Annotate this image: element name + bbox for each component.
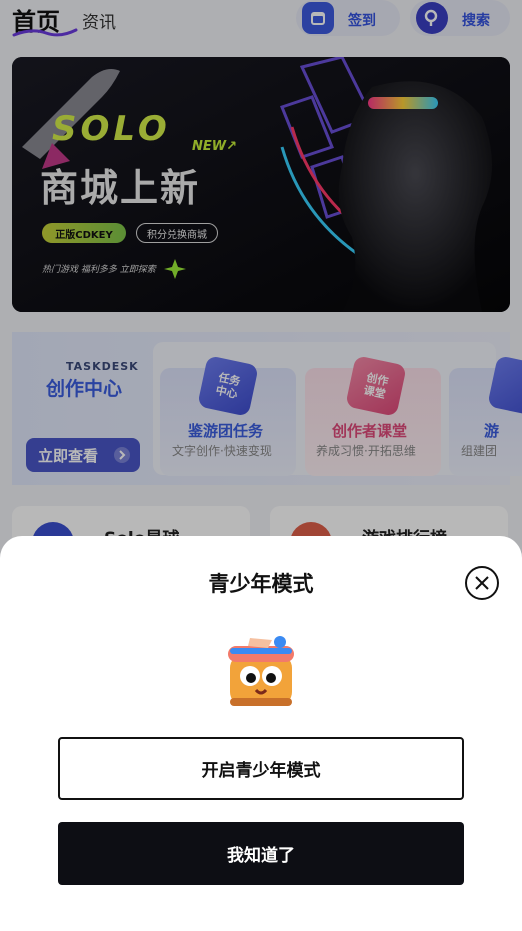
teen-mascot-icon bbox=[228, 636, 294, 706]
close-button[interactable] bbox=[465, 566, 499, 600]
enable-teen-mode-button[interactable]: 开启青少年模式 bbox=[58, 737, 464, 800]
got-it-button[interactable]: 我知道了 bbox=[58, 822, 464, 885]
close-icon bbox=[475, 576, 489, 590]
app-root: 首页 资讯 签到 搜索 SOLO NEW↗ 商城上新 正版CDKEY 积分兑换商… bbox=[0, 0, 522, 931]
sheet-title: 青少年模式 bbox=[208, 572, 314, 596]
teen-mode-sheet: 青少年模式 开启青少年模式 我知道了 bbox=[0, 536, 522, 931]
